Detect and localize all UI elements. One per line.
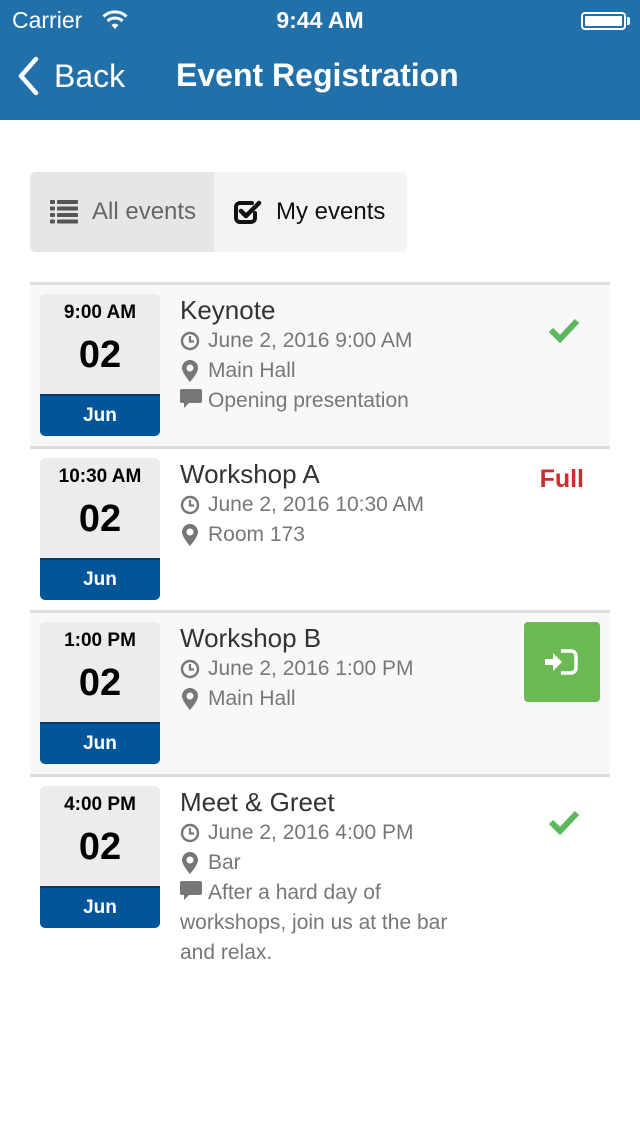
status-bar: Carrier 9:44 AM [0, 0, 640, 40]
back-button[interactable]: Back [16, 54, 125, 98]
date-badge: 9:00 AM 02 Jun [40, 294, 160, 436]
event-location-text: Bar [208, 851, 241, 874]
event-location: Main Hall [180, 356, 500, 386]
date-badge: 1:00 PM 02 Jun [40, 622, 160, 764]
event-description: Opening presentation [180, 386, 500, 416]
check-icon [548, 318, 580, 343]
app-header: Carrier 9:44 AM Back Event Registration [0, 0, 640, 120]
register-button[interactable] [524, 622, 600, 702]
clock-icon [180, 823, 200, 843]
event-description-text: Opening presentation [208, 389, 409, 412]
comment-icon [180, 881, 202, 900]
badge-day: 02 [78, 498, 122, 540]
battery-tip [627, 17, 630, 25]
back-label: Back [54, 57, 126, 94]
event-location: Bar [180, 848, 480, 878]
event-row[interactable]: 9:00 AM 02 Jun Keynote June 2, 2016 9:00… [30, 282, 610, 446]
badge-time: 1:00 PM [64, 630, 136, 651]
badge-month: Jun [40, 394, 160, 436]
page-title: Event Registration [176, 57, 459, 93]
event-location: Main Hall [180, 684, 500, 714]
sign-in-icon [545, 649, 578, 675]
clock-icon [180, 331, 200, 351]
map-marker-icon [182, 852, 198, 874]
comment-icon [180, 389, 202, 408]
event-datetime-text: June 2, 2016 9:00 AM [208, 329, 413, 352]
tab-my-events-label: My events [276, 198, 386, 225]
event-info: Meet & Greet June 2, 2016 4:00 PM Bar Af… [180, 786, 480, 968]
event-title: Keynote [180, 295, 276, 325]
badge-time: 9:00 AM [63, 302, 137, 323]
badge-month: Jun [40, 886, 160, 928]
badge-day: 02 [78, 334, 122, 376]
battery-icon [581, 12, 626, 30]
event-datetime-text: June 2, 2016 4:00 PM [208, 821, 414, 844]
event-row[interactable]: 1:00 PM 02 Jun Workshop B June 2, 2016 1… [30, 610, 610, 774]
badge-month: Jun [40, 722, 160, 764]
event-row[interactable]: 4:00 PM 02 Jun Meet & Greet June 2, 2016… [30, 774, 610, 974]
event-location-text: Room 173 [208, 523, 305, 546]
clock-icon [180, 659, 200, 679]
badge-time: 10:30 AM [58, 466, 142, 487]
check-icon [548, 810, 580, 835]
status-full-label: Full [539, 465, 584, 493]
map-marker-icon [182, 360, 198, 382]
status-time: 9:44 AM [276, 7, 364, 33]
event-info: Workshop A June 2, 2016 10:30 AM Room 17… [180, 458, 500, 550]
event-info: Keynote June 2, 2016 9:00 AM Main Hall O… [180, 294, 500, 416]
checkbox-checked-icon [234, 200, 262, 224]
event-info: Workshop B June 2, 2016 1:00 PM Main Hal… [180, 622, 500, 714]
event-datetime: June 2, 2016 1:00 PM [180, 654, 500, 684]
list-icon [50, 200, 78, 224]
date-badge: 4:00 PM 02 Jun [40, 786, 160, 928]
tab-my-events[interactable]: My events [214, 172, 407, 252]
event-description: After a hard day of workshops, join us a… [180, 878, 480, 968]
event-location-text: Main Hall [208, 359, 296, 382]
tab-all-events[interactable]: All events [30, 172, 214, 252]
event-title: Workshop B [180, 623, 322, 653]
event-datetime-text: June 2, 2016 1:00 PM [208, 657, 414, 680]
map-marker-icon [182, 688, 198, 710]
date-badge: 10:30 AM 02 Jun [40, 458, 160, 600]
event-datetime: June 2, 2016 10:30 AM [180, 490, 500, 520]
event-location: Room 173 [180, 520, 500, 550]
navigation-bar: Back Event Registration [0, 40, 640, 120]
event-row[interactable]: 10:30 AM 02 Jun Workshop A June 2, 2016 … [30, 446, 610, 610]
badge-time: 4:00 PM [64, 794, 136, 815]
event-filter-segmented-control: All events My events [30, 172, 407, 252]
tab-all-events-label: All events [92, 198, 197, 225]
badge-month: Jun [40, 558, 160, 600]
event-location-text: Main Hall [208, 687, 296, 710]
event-datetime: June 2, 2016 9:00 AM [180, 326, 500, 356]
chevron-left-icon [18, 56, 39, 96]
clock-icon [180, 495, 200, 515]
badge-day: 02 [78, 826, 122, 868]
map-marker-icon [182, 524, 198, 546]
event-datetime-text: June 2, 2016 10:30 AM [208, 493, 424, 516]
event-title: Meet & Greet [180, 787, 335, 817]
badge-day: 02 [78, 662, 122, 704]
event-list: 9:00 AM 02 Jun Keynote June 2, 2016 9:00… [30, 282, 610, 974]
event-datetime: June 2, 2016 4:00 PM [180, 818, 480, 848]
event-title: Workshop A [180, 459, 320, 489]
event-description-text: After a hard day of workshops, join us a… [180, 881, 448, 964]
